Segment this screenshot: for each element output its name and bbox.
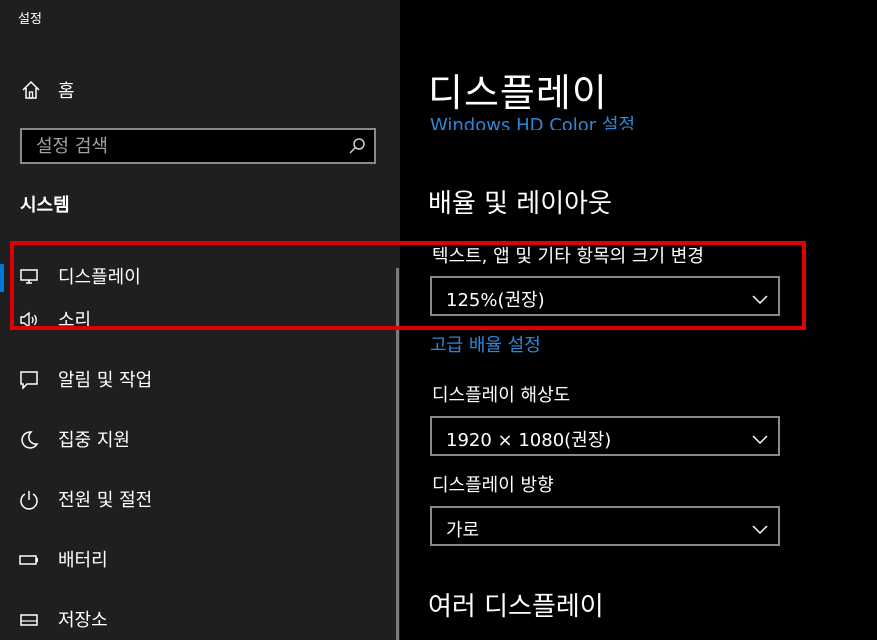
scale-dropdown-value: 125%(권장)	[446, 290, 545, 311]
home-nav-item[interactable]: 홈	[0, 70, 400, 110]
search-input[interactable]	[22, 130, 356, 162]
sidebar-item-sound[interactable]: 소리	[0, 310, 396, 366]
scale-dropdown[interactable]: 125%(권장)	[430, 276, 780, 316]
home-icon	[20, 79, 42, 101]
chevron-down-icon	[752, 290, 768, 305]
scale-layout-heading: 배율 및 레이아웃	[428, 189, 612, 219]
chevron-down-icon	[752, 520, 768, 535]
resolution-label: 디스플레이 해상도	[432, 385, 571, 406]
orientation-label: 디스플레이 방향	[432, 475, 554, 496]
moon-icon	[18, 429, 40, 451]
hd-color-link[interactable]: Windows HD Color 설정	[430, 111, 635, 130]
sidebar-scrollbar[interactable]	[396, 268, 399, 640]
sidebar-item-label: 저장소	[58, 610, 108, 631]
settings-window: 설정 홈 시스템 디스플레이	[0, 0, 877, 640]
chevron-down-icon	[752, 430, 768, 445]
orientation-dropdown-value: 가로	[446, 520, 480, 541]
sidebar-item-storage[interactable]: 저장소	[0, 610, 396, 640]
sidebar-item-label: 알림 및 작업	[58, 370, 153, 391]
search-box	[20, 128, 376, 164]
multiple-displays-heading: 여러 디스플레이	[428, 592, 604, 622]
search-icon[interactable]	[348, 137, 366, 155]
hd-color-link-container: Windows HD Color 설정	[430, 108, 830, 130]
storage-icon	[18, 609, 40, 631]
active-indicator	[0, 264, 4, 292]
monitor-icon	[18, 265, 40, 287]
sidebar-item-label: 디스플레이	[58, 267, 141, 288]
sidebar-item-display[interactable]: 디스플레이	[0, 248, 396, 304]
scale-label: 텍스트, 앱 및 기타 항목의 크기 변경	[432, 246, 704, 267]
advanced-scaling-link[interactable]: 고급 배율 설정	[430, 331, 541, 357]
sidebar-item-label: 소리	[58, 310, 92, 331]
sidebar-item-notifications[interactable]: 알림 및 작업	[0, 370, 396, 426]
section-heading: 시스템	[20, 195, 70, 216]
notification-icon	[18, 369, 40, 391]
sidebar-item-label: 전원 및 절전	[58, 490, 153, 511]
battery-icon	[18, 549, 40, 571]
resolution-dropdown[interactable]: 1920 × 1080(권장)	[430, 416, 780, 456]
sidebar: 설정 홈 시스템 디스플레이	[0, 0, 400, 640]
resolution-dropdown-value: 1920 × 1080(권장)	[446, 430, 612, 451]
power-icon	[18, 489, 40, 511]
home-label: 홈	[58, 81, 75, 102]
sidebar-item-label: 배터리	[58, 550, 108, 571]
sidebar-item-power[interactable]: 전원 및 절전	[0, 490, 396, 546]
app-title: 설정	[18, 12, 42, 27]
orientation-dropdown[interactable]: 가로	[430, 506, 780, 546]
main-content: 디스플레이 Windows HD Color 설정 배율 및 레이아웃 텍스트,…	[400, 0, 877, 640]
speaker-icon	[18, 309, 40, 331]
sidebar-item-battery[interactable]: 배터리	[0, 550, 396, 606]
sidebar-item-focus-assist[interactable]: 집중 지원	[0, 430, 396, 486]
sidebar-item-label: 집중 지원	[58, 430, 130, 451]
